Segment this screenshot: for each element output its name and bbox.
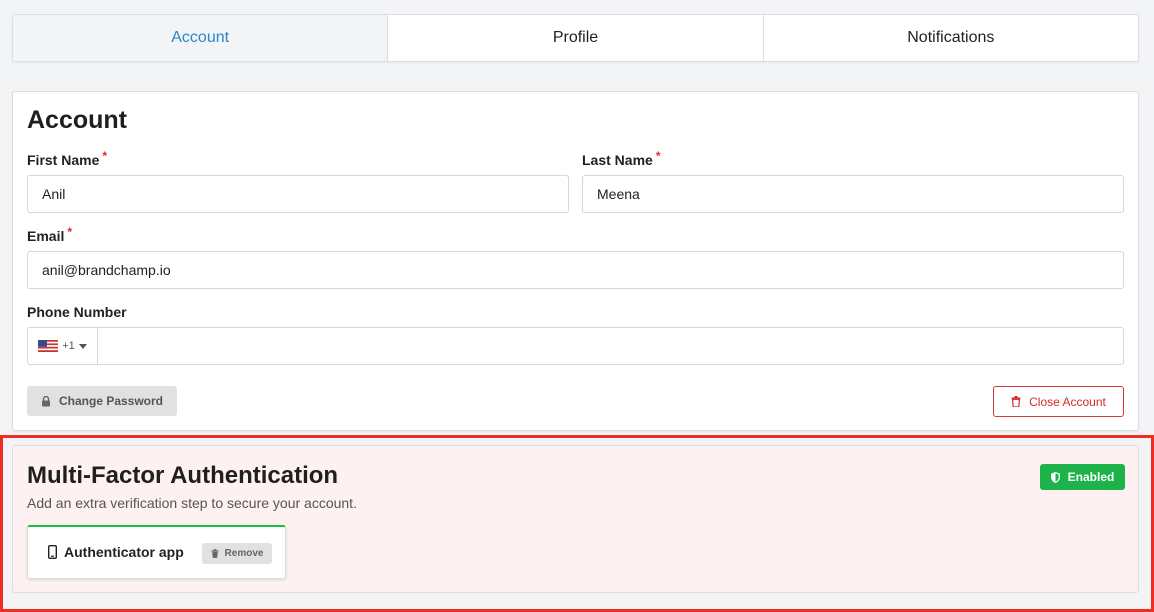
tab-profile[interactable]: Profile <box>388 15 764 61</box>
tab-account[interactable]: Account <box>13 15 389 61</box>
chevron-down-icon <box>78 343 87 349</box>
last-name-label: Last Name * <box>582 149 661 168</box>
phone-label: Phone Number <box>27 304 127 320</box>
remove-method-button[interactable]: Remove <box>202 543 272 564</box>
status-badge: Enabled <box>1040 464 1125 490</box>
settings-tabs: Account Profile Notifications <box>12 14 1139 62</box>
country-code: +1 <box>62 340 75 352</box>
first-name-input[interactable]: Anil <box>27 175 569 213</box>
email-input[interactable]: anil@brandchamp.io <box>27 251 1124 289</box>
trash-icon <box>1011 396 1021 407</box>
close-account-button[interactable]: Close Account <box>993 386 1124 417</box>
mobile-phone-icon <box>48 545 57 559</box>
mfa-card: Multi-Factor Authentication Add an extra… <box>12 445 1139 593</box>
mfa-title: Multi-Factor Authentication <box>27 462 339 489</box>
phone-number-input[interactable] <box>98 328 1123 364</box>
trash-icon <box>210 549 219 558</box>
required-marker: * <box>655 149 661 163</box>
lock-icon <box>41 395 50 406</box>
account-card: Account First Name * Anil Last Name * Meen… <box>12 91 1139 431</box>
shield-icon <box>1050 471 1060 483</box>
mfa-subtitle: Add an extra verification step to secure… <box>27 495 357 511</box>
tab-notifications[interactable]: Notifications <box>764 15 1138 61</box>
phone-number-field: +1 <box>27 327 1124 365</box>
last-name-input[interactable]: Meena <box>582 175 1124 213</box>
us-flag-icon <box>38 340 59 352</box>
authenticator-app-method: Authenticator app Remove <box>27 525 286 579</box>
first-name-label: First Name * <box>27 149 108 168</box>
required-marker: * <box>102 149 108 163</box>
required-marker: * <box>67 225 73 239</box>
method-label: Authenticator app <box>64 544 184 560</box>
country-code-select[interactable]: +1 <box>28 328 98 364</box>
account-title: Account <box>27 106 127 134</box>
email-label: Email * <box>27 225 73 244</box>
change-password-button[interactable]: Change Password <box>27 386 177 416</box>
